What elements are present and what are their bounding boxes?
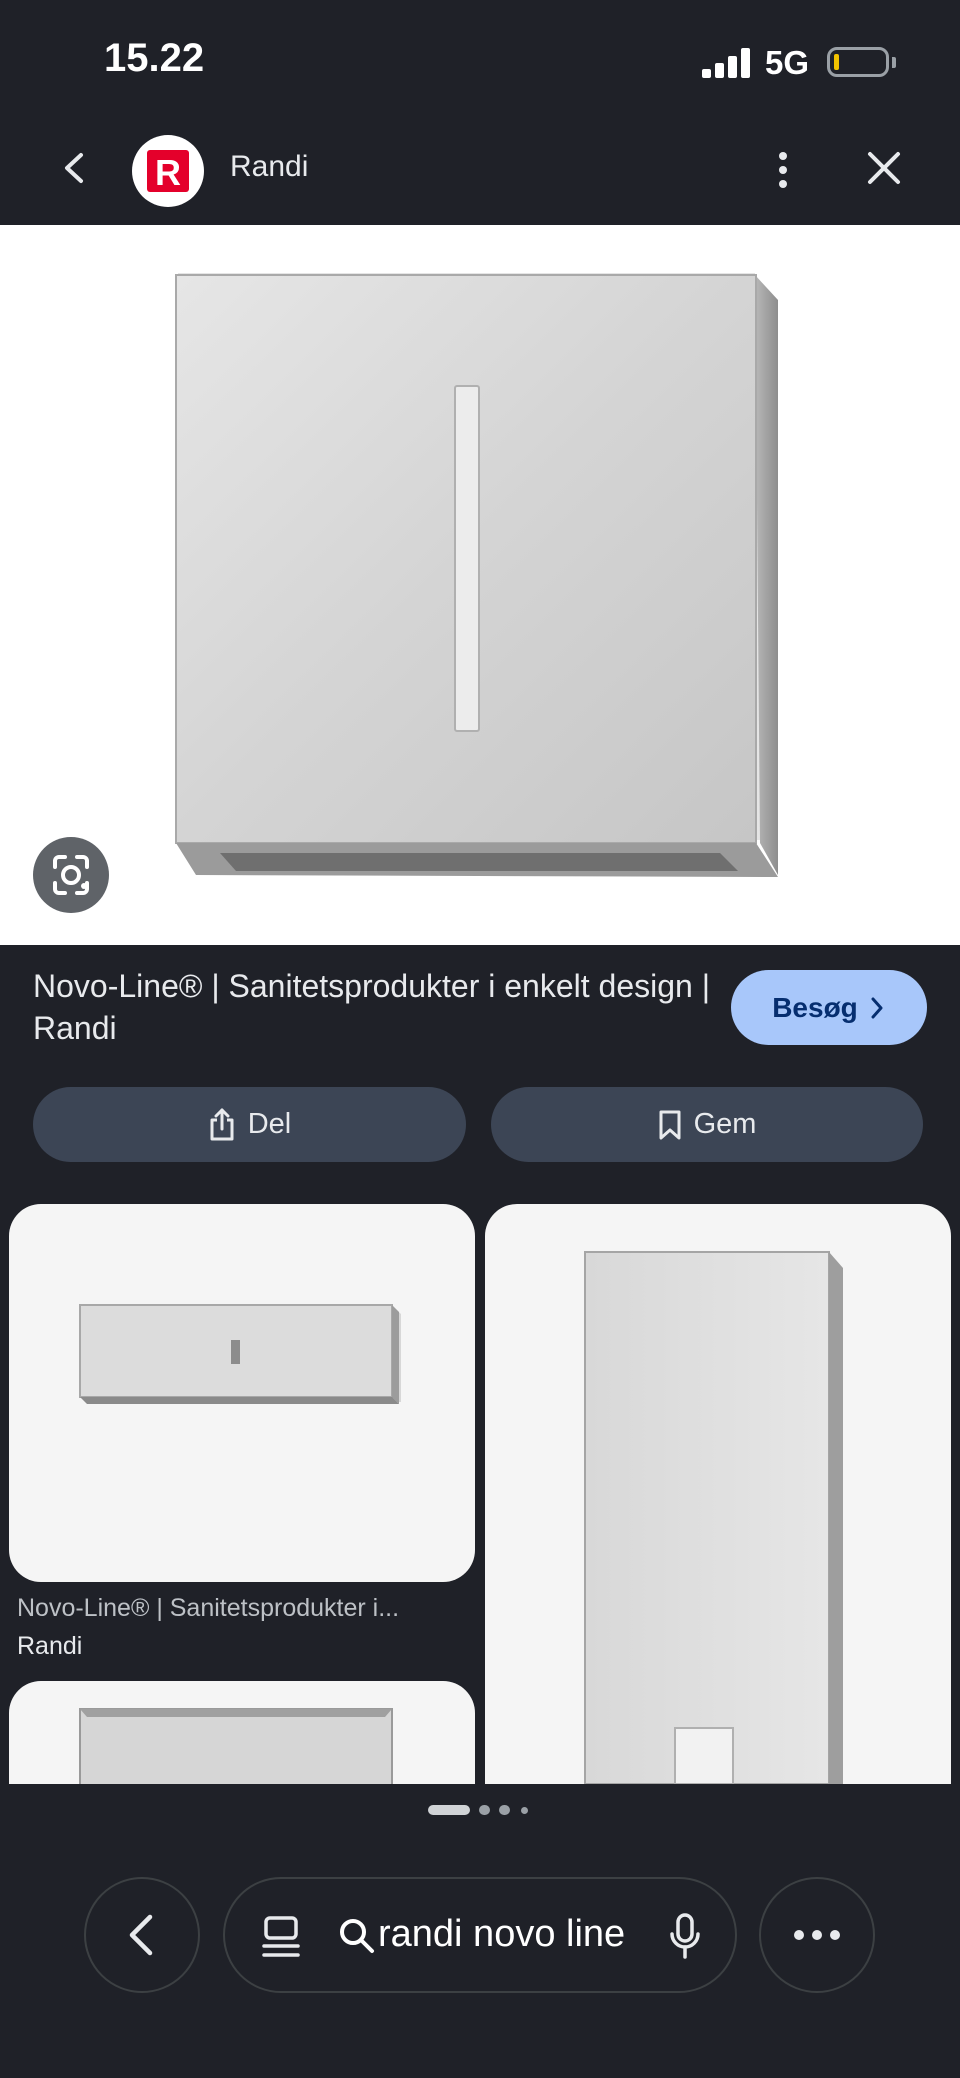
more-horiz-icon — [794, 1930, 840, 1940]
network-type: 5G — [765, 44, 810, 81]
visit-label: Besøg — [772, 991, 858, 1023]
close-icon — [868, 152, 900, 184]
search-query[interactable]: randi novo line — [378, 1913, 625, 1956]
back-button[interactable] — [55, 138, 95, 198]
chevron-right-icon — [871, 997, 883, 1018]
back-arrow-icon — [65, 153, 83, 183]
related-title[interactable]: Novo-Line® | Sanitetsprodukter i... — [17, 1594, 457, 1623]
svg-text:R: R — [155, 152, 181, 193]
visit-button[interactable]: Besøg — [731, 970, 927, 1045]
more-vert-icon — [779, 152, 787, 188]
lens-icon — [53, 855, 89, 895]
hero-product-image[interactable] — [0, 225, 960, 945]
battery-tip — [892, 57, 896, 68]
share-button[interactable]: Del — [33, 1087, 466, 1162]
bottom-back-button[interactable] — [84, 1877, 200, 1993]
signal-icon — [702, 48, 750, 78]
save-label: Gem — [693, 1108, 757, 1140]
related-image-card[interactable] — [9, 1681, 475, 1784]
close-button[interactable] — [862, 146, 906, 190]
related-source: Randi — [17, 1632, 83, 1660]
viewer-header: R Randi — [0, 110, 960, 225]
share-label: Del — [247, 1108, 292, 1140]
related-image-card[interactable] — [485, 1204, 951, 1784]
status-time: 15.22 — [104, 36, 205, 80]
result-title[interactable]: Novo-Line® | Sanitetsprodukter i enkelt … — [33, 965, 713, 1049]
site-logo[interactable]: R — [132, 135, 204, 207]
related-image-card[interactable] — [9, 1204, 475, 1582]
mic-icon[interactable] — [668, 1912, 702, 1960]
search-icon — [340, 1919, 374, 1953]
tabs-icon — [262, 1916, 300, 1957]
bottom-more-button[interactable] — [759, 1877, 875, 1993]
site-name[interactable]: Randi — [230, 150, 308, 184]
more-options-button[interactable] — [768, 140, 798, 200]
battery-icon — [827, 47, 889, 77]
back-arrow-icon — [129, 1914, 153, 1956]
save-button[interactable]: Gem — [491, 1087, 923, 1162]
lens-button[interactable] — [33, 837, 109, 913]
bookmark-icon — [659, 1110, 681, 1139]
share-icon — [210, 1108, 234, 1140]
